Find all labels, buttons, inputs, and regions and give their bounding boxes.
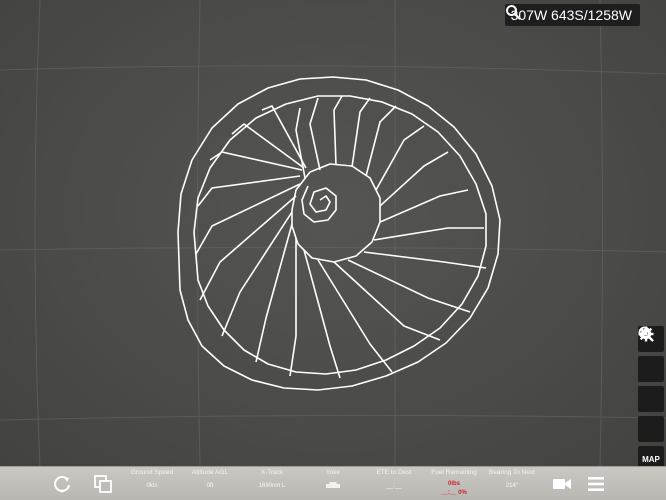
stat-label: Ground Speed bbox=[130, 469, 174, 476]
stat-value: __:__ bbox=[386, 483, 402, 489]
bottom-bar: Ground Speed 0kts Altitude AGL 0ft X-Tra… bbox=[0, 466, 666, 500]
copy-icon bbox=[94, 475, 112, 493]
stat-label: ETE to Dest bbox=[376, 469, 412, 476]
map-view[interactable]: 307W 643S/1258W MAP bbox=[0, 0, 666, 467]
map-button-label: MAP bbox=[642, 454, 660, 464]
map-layer-button[interactable]: MAP bbox=[638, 446, 664, 467]
stat-value: 214° bbox=[505, 483, 519, 489]
stat-label: X-Track bbox=[260, 469, 284, 476]
map-toolbar: MAP bbox=[638, 326, 664, 467]
fan-drawing bbox=[177, 76, 501, 391]
stat-label: Fuel Remaining bbox=[431, 469, 477, 476]
zoom-in-button[interactable] bbox=[638, 326, 664, 412]
map-canvas bbox=[0, 0, 666, 467]
stat-value: 0lbs bbox=[447, 481, 460, 487]
stat-value: 1690nm L bbox=[258, 483, 286, 489]
camera-button[interactable] bbox=[551, 473, 573, 495]
location-search[interactable]: 307W 643S/1258W bbox=[504, 4, 640, 26]
stat-label: Yoke bbox=[325, 469, 341, 476]
menu-button[interactable] bbox=[585, 473, 607, 495]
stat-label: Altitude AGL bbox=[191, 469, 229, 476]
stat-fuel-remaining: Fuel Remaining 0lbs __:__ 0% bbox=[424, 468, 484, 498]
stat-value: 0kts bbox=[146, 483, 158, 489]
center-location-button[interactable] bbox=[638, 326, 664, 382]
stat-bearing-to-next: Bearing To Next 214° bbox=[482, 468, 542, 491]
yoke-icon bbox=[326, 482, 340, 488]
zoom-out-icon bbox=[638, 326, 654, 342]
stat-value: 0ft bbox=[206, 483, 214, 489]
menu-icon bbox=[588, 477, 604, 491]
stat-value-secondary: __:__ 0% bbox=[441, 490, 467, 496]
stat-altitude-agl: Altitude AGL 0ft bbox=[180, 468, 240, 491]
search-icon bbox=[505, 5, 521, 20]
zoom-out-button[interactable] bbox=[638, 326, 664, 442]
restart-icon bbox=[54, 476, 70, 493]
stat-x-track: X-Track 1690nm L bbox=[242, 468, 302, 491]
map-grid bbox=[0, 0, 666, 467]
stat-ground-speed: Ground Speed 0kts bbox=[122, 468, 182, 491]
video-camera-icon bbox=[553, 479, 571, 489]
copy-button[interactable] bbox=[92, 473, 114, 495]
stat-label: Bearing To Next bbox=[488, 469, 536, 476]
restart-button[interactable] bbox=[51, 473, 73, 495]
stat-yoke: Yoke bbox=[303, 468, 363, 492]
search-text: 307W 643S/1258W bbox=[510, 7, 632, 23]
stat-ete-to-dest: ETE to Dest __:__ bbox=[364, 468, 424, 491]
